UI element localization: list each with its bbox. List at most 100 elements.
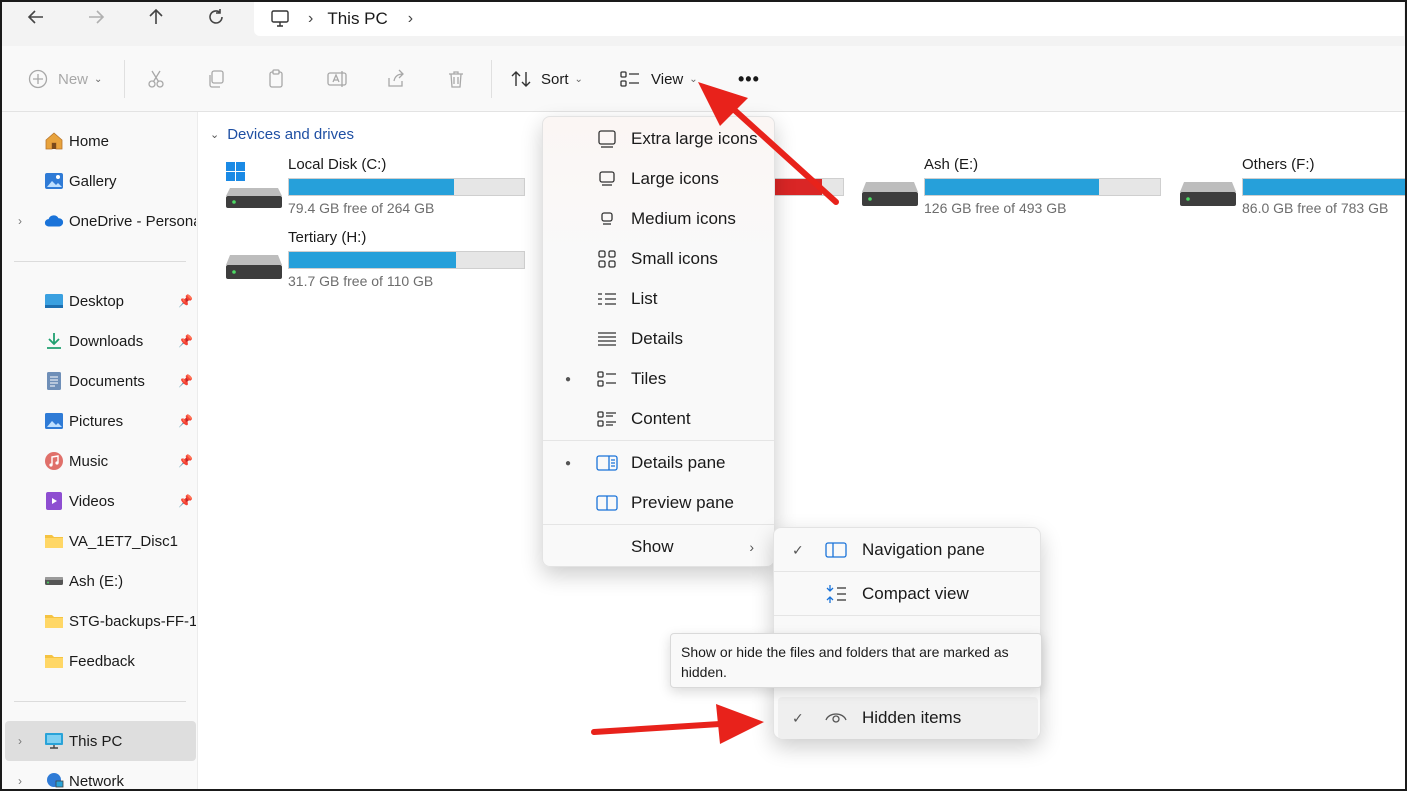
sidebar-item-drive[interactable]: Ash (E:) [2,561,196,601]
back-button[interactable] [16,2,56,32]
network-icon [44,771,64,791]
drive-tile[interactable]: Local Disk (C:) 79.4 GB free of 264 GB [226,154,546,224]
chevron-right-icon[interactable]: › [18,214,22,228]
usage-fill [1243,179,1405,195]
refresh-button[interactable] [196,2,236,32]
drive-icon [862,182,918,206]
selected-bullet-icon: ● [565,457,572,469]
menu-item-navigation-pane[interactable]: ✓ Navigation pane [774,529,1040,571]
menu-item-preview-pane[interactable]: Preview pane [543,483,774,523]
sidebar-item-label: Desktop [69,292,125,310]
menu-divider [774,615,1040,616]
rename-button[interactable] [326,46,348,112]
compact-view-icon [824,583,848,605]
usage-fill [289,179,454,195]
sidebar-item-home[interactable]: Home [2,121,196,161]
sidebar-item-videos[interactable]: Videos 📌 [2,481,196,521]
trash-icon [449,71,463,88]
pin-icon[interactable]: 📌 [178,454,193,468]
menu-item-compact-view[interactable]: Compact view [774,573,1040,615]
copy-button[interactable] [206,46,226,112]
menu-item-small-icons[interactable]: Small icons [543,239,774,279]
sidebar-divider [14,701,186,702]
menu-item-extra-large-icons[interactable]: Extra large icons [543,119,774,159]
usage-bar [288,251,525,269]
sidebar-item-desktop[interactable]: Desktop 📌 [2,281,196,321]
cut-button[interactable] [146,46,166,112]
chevron-right-icon[interactable]: › [18,734,22,748]
breadcrumb-chevron-icon[interactable]: › [408,10,413,28]
breadcrumb-chevron-icon[interactable]: › [308,10,313,28]
sidebar-item-folder[interactable]: VA_1ET7_Disc1 [2,521,196,561]
menu-item-large-icons[interactable]: Large icons [543,159,774,199]
paste-button[interactable] [266,46,286,112]
toolbar-divider [491,60,492,98]
menu-item-show[interactable]: Show › [543,527,774,567]
forward-button[interactable] [76,2,116,32]
sidebar-item-network[interactable]: › Network [2,761,196,791]
chevron-down-icon: ⌄ [574,73,583,85]
usage-fill [289,252,456,268]
sidebar-item-onedrive[interactable]: › OneDrive - Persona [2,201,196,241]
menu-item-content[interactable]: Content [543,399,774,439]
scissors-icon [148,70,164,88]
pin-icon[interactable]: 📌 [178,494,193,508]
drive-icon [1180,182,1236,206]
sidebar-divider [14,261,186,262]
menu-item-list[interactable]: List [543,279,774,319]
sidebar-item-label: Videos [69,492,115,510]
sidebar-item-label: Feedback [69,652,135,670]
breadcrumb-this-pc[interactable]: This PC [327,9,387,29]
medium-icons-icon [595,208,619,230]
navigation-pane-icon [824,539,848,561]
pin-icon[interactable]: 📌 [178,334,193,348]
usage-bar [288,178,525,196]
group-header[interactable]: ⌄ Devices and drives [210,126,354,143]
forward-arrow-icon [89,10,105,24]
checkmark-icon: ✓ [792,541,804,558]
sidebar-item-folder[interactable]: STG-backups-FF-12 [2,601,196,641]
delete-button[interactable] [446,46,466,112]
drive-tile[interactable]: Tertiary (H:) 31.7 GB free of 110 GB [226,227,546,297]
sidebar-item-downloads[interactable]: Downloads 📌 [2,321,196,361]
sidebar-item-gallery[interactable]: Gallery [2,161,196,201]
menu-item-hidden-items[interactable]: ✓ Hidden items [778,697,1038,739]
chevron-right-icon: › [749,539,754,555]
sidebar-item-this-pc[interactable]: › This PC [5,721,196,761]
share-button[interactable] [386,46,406,112]
folder-icon [44,531,64,551]
plus-circle-icon [28,69,48,89]
eye-icon [824,707,848,729]
sidebar-item-label: Documents [69,372,145,390]
sidebar-item-pictures[interactable]: Pictures 📌 [2,401,196,441]
menu-item-label: Large icons [631,169,719,188]
pin-icon[interactable]: 📌 [178,294,193,308]
drive-icon [44,571,64,591]
menu-item-medium-icons[interactable]: Medium icons [543,199,774,239]
up-button[interactable] [136,2,176,32]
sidebar-item-label: VA_1ET7_Disc1 [69,532,178,550]
sidebar-item-music[interactable]: Music 📌 [2,441,196,481]
sidebar-item-documents[interactable]: Documents 📌 [2,361,196,401]
drive-tile[interactable]: Ash (E:) 126 GB free of 493 GB [862,154,1182,224]
menu-item-details[interactable]: Details [543,319,774,359]
sidebar-item-folder[interactable]: Feedback [2,641,196,681]
pin-icon[interactable]: 📌 [178,414,193,428]
pin-icon[interactable]: 📌 [178,374,193,388]
menu-item-label: Hidden items [862,708,962,727]
share-icon [388,69,404,87]
view-button[interactable]: View ⌄ [619,46,698,112]
more-options-button[interactable]: ••• [738,46,760,112]
music-icon [44,451,64,471]
drive-tile[interactable]: Others (F:) 86.0 GB free of 783 GB [1180,154,1405,224]
menu-item-tiles[interactable]: ● Tiles [543,359,774,399]
menu-item-label: Extra large icons [631,129,758,148]
onedrive-cloud-icon [44,211,64,231]
sort-button[interactable]: Sort ⌄ [510,46,583,112]
windows-drive-icon [226,162,282,208]
drive-free-space: 86.0 GB free of 783 GB [1242,200,1389,216]
new-button[interactable]: New ⌄ [28,46,102,112]
chevron-right-icon[interactable]: › [18,774,22,788]
menu-item-details-pane[interactable]: ● Details pane [543,443,774,483]
address-box[interactable]: › This PC › [254,2,1404,36]
